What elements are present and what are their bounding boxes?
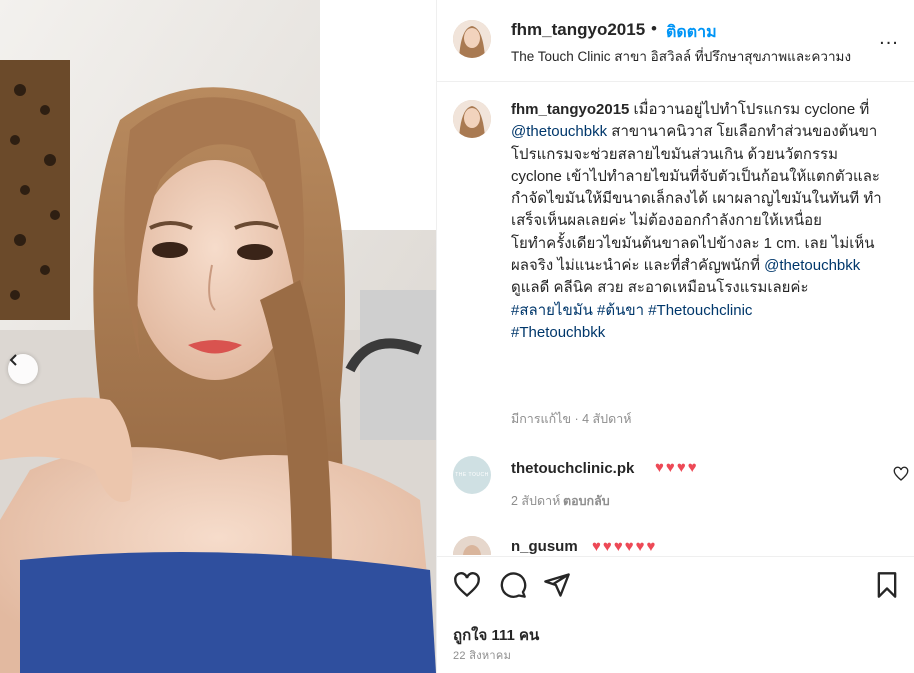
- likes-count[interactable]: ถูกใจ 111 คน: [453, 623, 539, 647]
- comment-text: ♥♥♥♥: [655, 459, 699, 476]
- caption-username[interactable]: fhm_tangyo2015: [511, 101, 629, 118]
- user-avatar-image: [453, 536, 491, 555]
- share-icon[interactable]: [543, 571, 571, 599]
- post-photo: [0, 0, 436, 673]
- caption-hashtags[interactable]: #Thetouchbkk: [511, 324, 605, 341]
- user-avatar-image: [453, 20, 491, 58]
- heart-icon[interactable]: [453, 571, 481, 599]
- comment-username[interactable]: thetouchclinic.pk: [511, 460, 634, 477]
- caption-mention[interactable]: @thetouchbkk: [764, 257, 860, 274]
- user-avatar-image: [453, 100, 491, 138]
- more-options-button[interactable]: ...: [877, 26, 901, 49]
- post-username[interactable]: fhm_tangyo2015: [511, 20, 645, 40]
- comment-username[interactable]: n_gusum: [511, 538, 578, 555]
- avatar[interactable]: THE TOUCH: [453, 456, 491, 494]
- avatar-text: THE TOUCH: [455, 472, 489, 478]
- post-actions: ถูกใจ 111 คน 22 สิงหาคม: [437, 556, 914, 673]
- reply-button[interactable]: ตอบกลับ: [563, 491, 610, 511]
- post-sidebar: fhm_tangyo2015 • ติดตาม The Touch Clinic…: [436, 0, 914, 673]
- heart-icon[interactable]: [893, 466, 909, 482]
- avatar[interactable]: [453, 20, 491, 58]
- post-media[interactable]: [0, 0, 436, 673]
- separator-dot: •: [651, 19, 657, 38]
- comment-time[interactable]: 2 สัปดาห์: [511, 491, 560, 511]
- caption-meta: มีการแก้ไข · 4 สัปดาห์: [511, 412, 632, 426]
- comment-text: ♥♥♥♥♥♥: [592, 538, 658, 555]
- caption-hashtags[interactable]: #สลายไขมัน #ต้นขา #Thetouchclinic: [511, 302, 752, 319]
- avatar[interactable]: [453, 100, 491, 138]
- chevron-left-icon: [9, 354, 17, 366]
- carousel-prev-button[interactable]: [8, 354, 38, 384]
- caption-mention[interactable]: @thetouchbkk: [511, 123, 607, 140]
- caption-text: ดูแลดี คลีนิค สวย สะอาดเหมือนโรงแรมเลยค่…: [511, 279, 809, 297]
- avatar[interactable]: [453, 536, 491, 555]
- post-dialog: fhm_tangyo2015 • ติดตาม The Touch Clinic…: [0, 0, 914, 673]
- post-caption: fhm_tangyo2015 เมื่อวานอยู่ไปทำโปรแกรม c…: [511, 99, 891, 344]
- post-header: fhm_tangyo2015 • ติดตาม The Touch Clinic…: [437, 0, 914, 82]
- post-date[interactable]: 22 สิงหาคม: [453, 646, 511, 664]
- follow-button[interactable]: ติดตาม: [666, 20, 717, 45]
- caption-text: เมื่อวานอยู่ไปทำโปรแกรม cyclone ที่: [629, 101, 870, 118]
- post-location[interactable]: The Touch Clinic สาขา อิสวิลล์ ที่ปรึกษา…: [511, 45, 851, 67]
- bookmark-icon[interactable]: [873, 571, 901, 599]
- comment-icon[interactable]: [499, 571, 527, 599]
- more-horizontal-icon: ...: [879, 26, 899, 49]
- comments-section: fhm_tangyo2015 เมื่อวานอยู่ไปทำโปรแกรม c…: [437, 83, 914, 555]
